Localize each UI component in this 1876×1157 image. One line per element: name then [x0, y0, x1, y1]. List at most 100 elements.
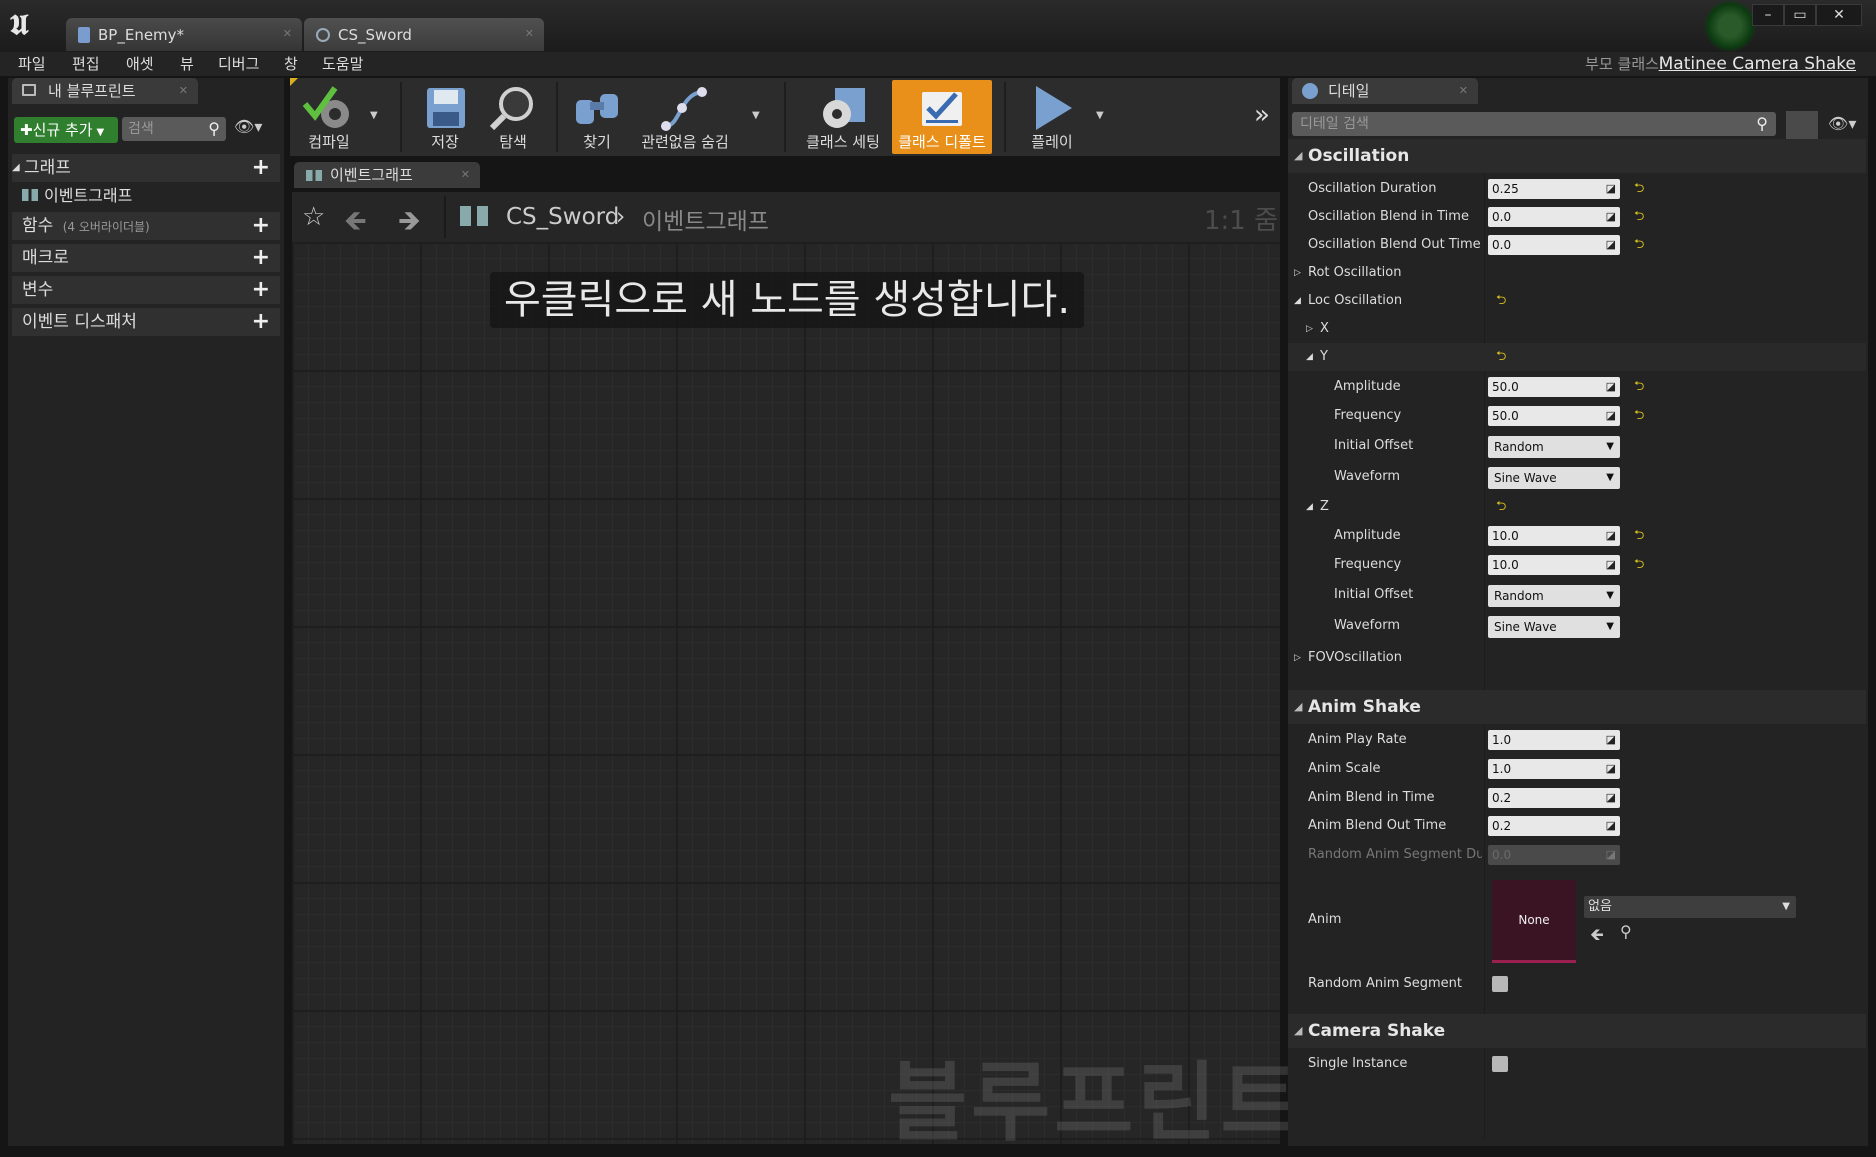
anim-scale-field[interactable]: 1.0 ◪: [1488, 759, 1620, 779]
prop-fov-oscillation[interactable]: ▷ FOVOscillation: [1288, 644, 1866, 672]
hide-unrelated-dropdown-icon[interactable]: ▼: [752, 110, 760, 121]
tab-my-blueprint[interactable]: 내 블루프린트 ✕: [12, 78, 198, 104]
tab-details[interactable]: 디테일 ✕: [1292, 78, 1478, 104]
details-search-placeholder: 디테일 검색: [1300, 116, 1369, 132]
find-button[interactable]: 찾기: [562, 80, 632, 154]
category-camera-shake[interactable]: ◢ Camera Shake: [1288, 1014, 1866, 1048]
add-new-button[interactable]: ✚신규 추가 ▼: [14, 117, 118, 143]
category-variables[interactable]: 변수 +: [12, 276, 280, 304]
details-search-input[interactable]: 디테일 검색 ⚲: [1292, 112, 1776, 136]
play-button[interactable]: 플레이: [1012, 80, 1092, 154]
z-initial-offset-dropdown[interactable]: Random ▼: [1488, 585, 1620, 607]
menu-asset[interactable]: 애셋: [126, 52, 154, 76]
reset-to-default-icon[interactable]: ⮌: [1634, 373, 1644, 401]
prop-loc-y[interactable]: ◢ Y ⮌: [1288, 343, 1866, 371]
y-amplitude-field[interactable]: 50.0 ◪: [1488, 377, 1620, 397]
menu-view[interactable]: 뷰: [180, 52, 194, 76]
anim-blend-out-field[interactable]: 0.2 ◪: [1488, 816, 1620, 836]
close-button[interactable]: ✕: [1816, 4, 1862, 26]
add-graph-icon[interactable]: +: [252, 154, 270, 182]
unreal-logo-icon[interactable]: 𝖀: [10, 8, 40, 41]
visibility-eye-icon[interactable]: 👁▾: [234, 117, 262, 136]
reset-to-default-icon[interactable]: ⮌: [1496, 493, 1506, 521]
browse-button[interactable]: 탐색: [478, 80, 548, 154]
reset-to-default-icon[interactable]: ⮌: [1634, 522, 1644, 550]
anim-play-rate-field[interactable]: 1.0 ◪: [1488, 730, 1620, 750]
forward-arrow-icon[interactable]: 🡺: [398, 200, 421, 248]
blueprint-search-input[interactable]: 검색 ⚲: [122, 117, 226, 141]
prop-loc-oscillation[interactable]: ◢ Loc Oscillation ⮌: [1288, 287, 1866, 315]
maximize-button[interactable]: ▭: [1784, 4, 1816, 26]
reset-to-default-icon[interactable]: ⮌: [1496, 343, 1506, 371]
menu-help[interactable]: 도움말: [322, 52, 363, 76]
anim-asset-picker[interactable]: 없음 ▼: [1584, 896, 1796, 918]
minimize-button[interactable]: –: [1752, 4, 1784, 26]
oscillation-duration-field[interactable]: 0.25 ◪: [1488, 179, 1620, 199]
play-options-dropdown-icon[interactable]: ▼: [1096, 110, 1104, 121]
category-functions[interactable]: 함수 (4 오버라이더블) +: [12, 212, 280, 240]
close-icon[interactable]: ✕: [283, 27, 292, 40]
tab-bp-enemy[interactable]: BP_Enemy* ✕: [66, 18, 302, 51]
class-defaults-button[interactable]: 클래스 디폴트: [892, 80, 992, 154]
category-anim-shake[interactable]: ◢ Anim Shake: [1288, 690, 1866, 724]
close-icon[interactable]: ✕: [525, 27, 534, 40]
hide-unrelated-button[interactable]: 관련없음 숨김: [630, 80, 740, 154]
graph-item-event-graph[interactable]: 이벤트그래프: [22, 184, 132, 208]
close-icon[interactable]: ✕: [461, 162, 470, 188]
y-initial-offset-dropdown[interactable]: Random ▼: [1488, 436, 1620, 458]
reset-to-default-icon[interactable]: ⮌: [1634, 203, 1644, 231]
anim-blend-in-field[interactable]: 0.2 ◪: [1488, 788, 1620, 808]
graph-canvas[interactable]: [292, 242, 1280, 1144]
z-waveform-dropdown[interactable]: Sine Wave ▼: [1488, 616, 1620, 638]
visibility-eye-icon[interactable]: 👁▾: [1828, 114, 1856, 133]
random-anim-segment-checkbox[interactable]: [1492, 976, 1508, 992]
use-selected-arrow-icon[interactable]: 🡸: [1590, 922, 1604, 951]
reset-to-default-icon[interactable]: ⮌: [1496, 287, 1506, 315]
toolbar-overflow-icon[interactable]: »: [1254, 100, 1270, 130]
z-frequency-field[interactable]: 10.0 ◪: [1488, 555, 1620, 575]
close-icon[interactable]: ✕: [179, 78, 188, 104]
category-macros[interactable]: 매크로 +: [12, 244, 280, 272]
close-icon[interactable]: ✕: [1459, 78, 1468, 104]
y-frequency-field[interactable]: 50.0 ◪: [1488, 406, 1620, 426]
menu-debug[interactable]: 디버그: [218, 52, 259, 76]
add-macro-icon[interactable]: +: [252, 244, 270, 272]
menu-window[interactable]: 창: [284, 52, 298, 76]
anim-asset-thumbnail[interactable]: None: [1492, 880, 1576, 963]
oscillation-blend-in-field[interactable]: 0.0 ◪: [1488, 207, 1620, 227]
property-matrix-icon[interactable]: [1786, 111, 1818, 139]
menu-edit[interactable]: 편집: [72, 52, 100, 76]
reset-to-default-icon[interactable]: ⮌: [1634, 231, 1644, 259]
back-arrow-icon[interactable]: 🡸: [344, 200, 367, 248]
prop-rot-oscillation[interactable]: ▷ Rot Oscillation: [1288, 259, 1866, 287]
y-waveform-dropdown[interactable]: Sine Wave ▼: [1488, 467, 1620, 489]
menu-file[interactable]: 파일: [18, 52, 46, 76]
class-settings-button[interactable]: 클래스 세팅: [796, 80, 890, 154]
tab-cs-sword[interactable]: CS_Sword ✕: [304, 18, 544, 51]
category-oscillation[interactable]: ◢ Oscillation: [1288, 139, 1866, 173]
browse-search-icon[interactable]: ⚲: [1620, 922, 1632, 941]
reset-to-default-icon[interactable]: ⮌: [1634, 551, 1644, 579]
save-button[interactable]: 저장: [410, 80, 480, 154]
prop-oscillation-blend-in: Oscillation Blend in Time 0.0 ◪ ⮌: [1288, 203, 1866, 231]
favorite-star-icon[interactable]: ☆: [302, 202, 325, 232]
add-event-dispatcher-icon[interactable]: +: [252, 308, 270, 336]
prop-loc-z[interactable]: ◢ Z ⮌: [1288, 493, 1866, 521]
z-amplitude-field[interactable]: 10.0 ◪: [1488, 526, 1620, 546]
add-function-icon[interactable]: +: [252, 212, 270, 240]
compile-button[interactable]: 컴파일: [292, 80, 366, 154]
reset-to-default-icon[interactable]: ⮌: [1634, 402, 1644, 430]
compile-options-dropdown-icon[interactable]: ▼: [370, 110, 378, 121]
breadcrumb-root[interactable]: CS_Sword: [506, 204, 619, 230]
source-control-orb-icon[interactable]: [1704, 0, 1756, 52]
prop-single-instance: Single Instance: [1288, 1050, 1866, 1078]
add-variable-icon[interactable]: +: [252, 276, 270, 304]
single-instance-checkbox[interactable]: [1492, 1056, 1508, 1072]
category-graph[interactable]: ◢ 그래프 +: [12, 154, 280, 182]
tab-event-graph[interactable]: 이벤트그래프 ✕: [294, 162, 480, 188]
parent-class-link[interactable]: Matinee Camera Shake: [1659, 52, 1856, 76]
category-event-dispatchers[interactable]: 이벤트 디스패처 +: [12, 308, 280, 336]
prop-loc-x[interactable]: ▷ X: [1288, 315, 1866, 343]
reset-to-default-icon[interactable]: ⮌: [1634, 175, 1644, 203]
oscillation-blend-out-field[interactable]: 0.0 ◪: [1488, 235, 1620, 255]
